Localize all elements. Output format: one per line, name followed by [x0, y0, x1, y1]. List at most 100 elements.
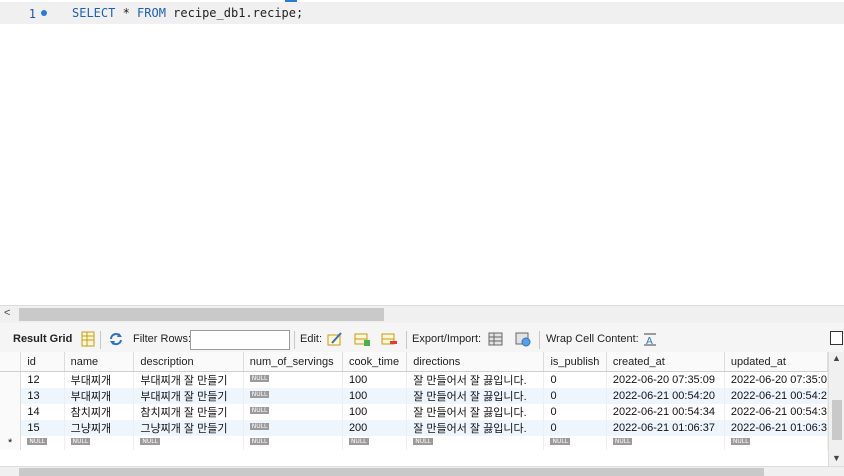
- cell-updated-at[interactable]: 2022-06-21 00:54:2: [724, 388, 828, 404]
- column-header[interactable]: cook_time: [342, 352, 408, 372]
- cell-description[interactable]: 참치찌개 잘 만들기: [133, 404, 244, 420]
- new-cell-directions[interactable]: NULL: [406, 436, 545, 450]
- new-cell-created-at[interactable]: NULL: [606, 436, 725, 450]
- line-number: 1: [28, 7, 36, 21]
- delete-row-icon[interactable]: [381, 331, 397, 347]
- new-cell-updated-at[interactable]: NULL: [724, 436, 828, 450]
- null-badge: NULL: [249, 375, 270, 382]
- cell-created-at[interactable]: 2022-06-21 00:54:20: [606, 388, 725, 404]
- null-badge: NULL: [70, 438, 91, 445]
- cell-description[interactable]: 부대찌개 잘 만들기: [133, 371, 244, 388]
- new-cell-cook-time[interactable]: NULL: [342, 436, 408, 450]
- null-badge: NULL: [249, 407, 270, 414]
- new-row[interactable]: * NULL NULL NULL NULL NULL NULL NULL NUL…: [0, 436, 828, 450]
- import-icon[interactable]: [515, 331, 531, 347]
- add-row-icon[interactable]: [354, 331, 370, 347]
- filter-rows-label: Filter Rows:: [133, 333, 192, 345]
- grid-vscroll-thumb[interactable]: [832, 400, 842, 440]
- column-header[interactable]: num_of_servings: [243, 352, 343, 372]
- new-cell-num-of-servings[interactable]: NULL: [243, 436, 343, 450]
- cell-id[interactable]: 15: [20, 420, 65, 436]
- grid-vertical-scrollbar[interactable]: ▲ ▼: [828, 352, 844, 466]
- cell-created-at[interactable]: 2022-06-21 01:06:37: [606, 420, 725, 436]
- table-row[interactable]: 14 참치찌개 참치찌개 잘 만들기 NULL 100 잘 만들어서 잘 끓입니…: [0, 404, 828, 420]
- column-header[interactable]: id: [20, 352, 65, 372]
- cell-updated-at[interactable]: 2022-06-20 07:35:0: [724, 371, 828, 388]
- cell-name[interactable]: 부대찌개: [64, 371, 135, 388]
- cell-num-of-servings[interactable]: NULL: [243, 404, 343, 420]
- export-icon[interactable]: [488, 331, 504, 347]
- row-selector[interactable]: [0, 404, 22, 420]
- cell-is-publish[interactable]: 0: [543, 420, 607, 436]
- new-cell-description[interactable]: NULL: [133, 436, 244, 450]
- new-cell-id[interactable]: NULL: [20, 436, 65, 450]
- row-selector-header[interactable]: [0, 352, 22, 372]
- cell-created-at[interactable]: 2022-06-20 07:35:09: [606, 371, 725, 388]
- cell-num-of-servings[interactable]: NULL: [243, 420, 343, 436]
- cell-id[interactable]: 12: [20, 371, 65, 388]
- cell-is-publish[interactable]: 0: [543, 388, 607, 404]
- cell-name[interactable]: 그냥찌개: [64, 420, 135, 436]
- column-header[interactable]: is_publish: [543, 352, 607, 372]
- edit-current-row-icon[interactable]: [327, 331, 343, 347]
- statement-marker-icon[interactable]: [41, 10, 47, 16]
- null-badge: NULL: [730, 438, 751, 445]
- result-grid-tab[interactable]: Result Grid: [13, 333, 72, 345]
- cell-cook-time[interactable]: 100: [342, 371, 408, 388]
- cell-name[interactable]: 부대찌개: [64, 388, 135, 404]
- null-badge: NULL: [249, 423, 270, 430]
- refresh-icon[interactable]: [108, 331, 124, 347]
- cell-cook-time[interactable]: 200: [342, 420, 408, 436]
- scroll-left-icon[interactable]: <: [4, 307, 10, 319]
- new-row-marker[interactable]: *: [0, 436, 22, 450]
- cell-description[interactable]: 그냥찌개 잘 만들기: [133, 420, 244, 436]
- cell-id[interactable]: 13: [20, 388, 65, 404]
- column-header[interactable]: updated_at: [724, 352, 828, 372]
- column-header[interactable]: description: [133, 352, 244, 372]
- null-badge: NULL: [612, 438, 633, 445]
- row-selector[interactable]: [0, 388, 22, 404]
- editor-horizontal-scrollbar[interactable]: <: [0, 305, 844, 323]
- null-badge: NULL: [348, 438, 369, 445]
- column-header[interactable]: directions: [406, 352, 545, 372]
- column-header[interactable]: name: [64, 352, 135, 372]
- cell-is-publish[interactable]: 0: [543, 371, 607, 388]
- table-row[interactable]: 13 부대찌개 부대찌개 잘 만들기 NULL 100 잘 만들어서 잘 끓입니…: [0, 388, 828, 404]
- cell-created-at[interactable]: 2022-06-21 00:54:34: [606, 404, 725, 420]
- cell-num-of-servings[interactable]: NULL: [243, 371, 343, 388]
- grid-form-icon[interactable]: [80, 331, 96, 347]
- filter-rows-input[interactable]: [190, 330, 290, 350]
- wrap-text-icon[interactable]: A: [642, 331, 658, 347]
- cell-directions[interactable]: 잘 만들어서 잘 끓입니다.: [406, 371, 545, 388]
- editor-scrollbar-thumb[interactable]: [19, 308, 384, 321]
- new-cell-name[interactable]: NULL: [64, 436, 135, 450]
- cell-description[interactable]: 부대찌개 잘 만들기: [133, 388, 244, 404]
- result-table: id name description num_of_servings cook…: [0, 352, 828, 450]
- export-import-label: Export/Import:: [412, 333, 482, 345]
- scroll-down-icon[interactable]: ▼: [832, 453, 841, 463]
- sql-keyword-from: FROM: [137, 6, 166, 20]
- cell-directions[interactable]: 잘 만들어서 잘 끓입니다.: [406, 404, 545, 420]
- column-header[interactable]: created_at: [606, 352, 725, 372]
- cell-id[interactable]: 14: [20, 404, 65, 420]
- sql-statement[interactable]: SELECT * FROM recipe_db1.recipe;: [72, 6, 303, 20]
- panel-toggle-icon[interactable]: [830, 331, 843, 345]
- row-selector[interactable]: [0, 371, 22, 388]
- sql-editor[interactable]: 1 SELECT * FROM recipe_db1.recipe;: [0, 0, 844, 305]
- cell-directions[interactable]: 잘 만들어서 잘 끓입니다.: [406, 388, 545, 404]
- cell-directions[interactable]: 잘 만들어서 잘 끓입니다.: [406, 420, 545, 436]
- scroll-up-icon[interactable]: ▲: [832, 353, 841, 363]
- row-selector[interactable]: [0, 420, 22, 436]
- cell-updated-at[interactable]: 2022-06-21 00:54:3: [724, 404, 828, 420]
- cell-cook-time[interactable]: 100: [342, 404, 408, 420]
- cell-cook-time[interactable]: 100: [342, 388, 408, 404]
- cell-num-of-servings[interactable]: NULL: [243, 388, 343, 404]
- cell-is-publish[interactable]: 0: [543, 404, 607, 420]
- table-row[interactable]: 15 그냥찌개 그냥찌개 잘 만들기 NULL 200 잘 만들어서 잘 끓입니…: [0, 420, 828, 436]
- cell-name[interactable]: 참치찌개: [64, 404, 135, 420]
- table-row[interactable]: 12 부대찌개 부대찌개 잘 만들기 NULL 100 잘 만들어서 잘 끓입니…: [0, 371, 828, 388]
- sql-table-name: recipe_db1.recipe;: [165, 6, 304, 20]
- new-cell-is-publish[interactable]: NULL: [543, 436, 607, 450]
- cell-updated-at[interactable]: 2022-06-21 01:06:3: [724, 420, 828, 436]
- null-badge: NULL: [27, 438, 47, 445]
